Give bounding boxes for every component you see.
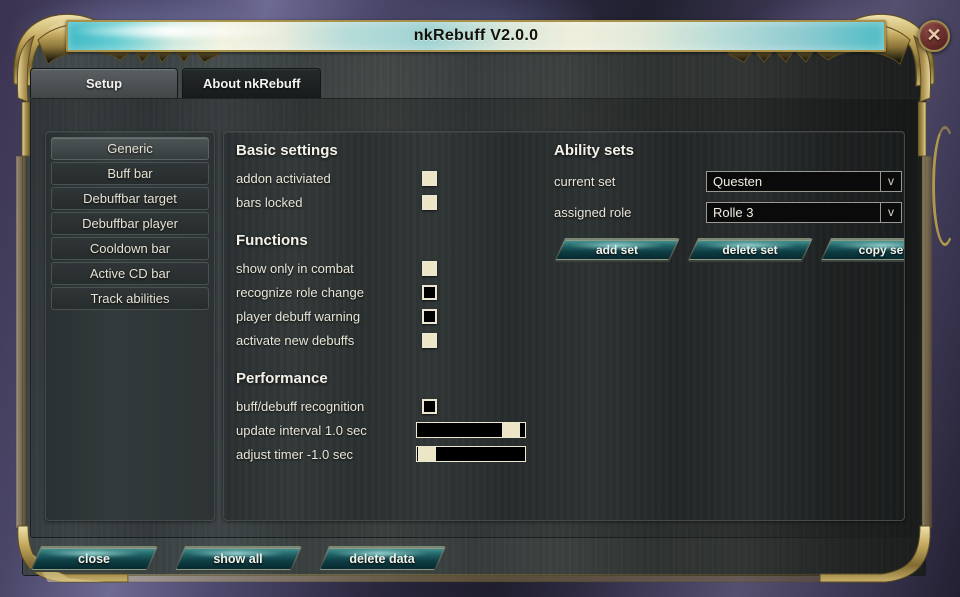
- checkbox-activate-new-debuffs[interactable]: [422, 332, 437, 348]
- setting-label: recognize role change: [236, 284, 364, 300]
- tab-content-region: Generic Buff bar Debuffbar target Debuff…: [30, 98, 918, 538]
- tab-bar: Setup About nkRebuff: [30, 68, 322, 98]
- delete-set-button-label: delete set: [722, 243, 778, 257]
- ability-sets-heading: Ability sets: [554, 142, 635, 159]
- close-button[interactable]: close: [32, 548, 156, 570]
- slider-adjust-timer[interactable]: [416, 446, 526, 462]
- sidebar-item-active-cd-bar[interactable]: Active CD bar: [51, 262, 209, 285]
- delete-set-button-frame: delete set: [687, 238, 813, 262]
- delete-set-button[interactable]: delete set: [689, 240, 811, 260]
- setting-label: adjust timer -1.0 sec: [236, 446, 354, 462]
- setting-row-recognize-role-change: recognize role change: [236, 280, 556, 304]
- tab-setup[interactable]: Setup: [30, 68, 178, 98]
- field-label: current set: [554, 173, 616, 189]
- dropdown-assigned-role-value: Rolle 3: [713, 204, 754, 220]
- functions-heading: Functions: [236, 232, 308, 249]
- setting-label: player debuff warning: [236, 308, 361, 324]
- close-x-icon: ✕: [926, 25, 942, 45]
- close-window-button[interactable]: ✕: [918, 20, 950, 52]
- show-all-button-frame: show all: [174, 546, 302, 572]
- checkbox-player-debuff-warning[interactable]: [422, 308, 437, 324]
- ability-set-action-buttons: add set delete set copy set: [554, 238, 905, 262]
- tab-about[interactable]: About nkRebuff: [182, 68, 322, 98]
- category-sidebar: Generic Buff bar Debuffbar target Debuff…: [45, 131, 215, 521]
- sidebar-item-debuffbar-player[interactable]: Debuffbar player: [51, 212, 209, 235]
- delete-data-button-label: delete data: [349, 552, 415, 566]
- setting-row-player-debuff-warning: player debuff warning: [236, 304, 556, 328]
- performance-heading: Performance: [236, 370, 328, 387]
- sidebar-item-label: Debuffbar target: [83, 191, 177, 206]
- chevron-down-icon: v: [880, 171, 901, 191]
- field-label: assigned role: [554, 204, 632, 220]
- setting-row-adjust-timer: adjust timer -1.0 sec: [236, 442, 556, 466]
- copy-set-button[interactable]: copy set: [822, 240, 905, 260]
- setting-label: show only in combat: [236, 260, 354, 276]
- sidebar-item-label: Buff bar: [107, 166, 153, 181]
- sidebar-item-label: Debuffbar player: [82, 216, 178, 231]
- copy-set-button-label: copy set: [858, 243, 905, 257]
- copy-set-button-frame: copy set: [820, 238, 905, 262]
- setting-row-buff-debuff-recognition: buff/debuff recognition: [236, 394, 556, 418]
- nkrebuff-config-window: nkRebuff V2.0.0 ✕ Setup About nkRebuff G…: [8, 6, 950, 586]
- setting-label: buff/debuff recognition: [236, 398, 365, 414]
- show-all-button[interactable]: show all: [176, 548, 300, 570]
- setting-row-update-interval: update interval 1.0 sec: [236, 418, 556, 442]
- setting-label: activate new debuffs: [236, 332, 355, 348]
- sidebar-item-label: Active CD bar: [89, 266, 171, 281]
- settings-panel: Basic settings addon activiated bars loc…: [223, 131, 905, 521]
- field-row-current-set: current set Questen v: [554, 166, 902, 196]
- tab-about-label: About nkRebuff: [203, 76, 301, 91]
- sidebar-item-generic[interactable]: Generic: [51, 137, 209, 160]
- checkbox-addon-activated[interactable]: [422, 170, 437, 186]
- window-title: nkRebuff V2.0.0: [413, 27, 539, 44]
- basic-settings-heading: Basic settings: [236, 142, 338, 159]
- delete-data-button-frame: delete data: [318, 546, 446, 572]
- slider-update-interval[interactable]: [416, 422, 526, 438]
- slider-handle[interactable]: [417, 446, 436, 462]
- sidebar-item-label: Track abilities: [90, 291, 170, 306]
- close-button-label: close: [78, 552, 110, 566]
- sidebar-item-label: Generic: [107, 141, 153, 156]
- dropdown-current-set[interactable]: Questen v: [706, 170, 902, 192]
- sidebar-item-buff-bar[interactable]: Buff bar: [51, 162, 209, 185]
- close-button-frame: close: [30, 546, 158, 572]
- window-titlebar[interactable]: nkRebuff V2.0.0: [66, 20, 886, 52]
- add-set-button-label: add set: [595, 243, 638, 257]
- sidebar-item-debuffbar-target[interactable]: Debuffbar target: [51, 187, 209, 210]
- sidebar-item-track-abilities[interactable]: Track abilities: [51, 287, 209, 310]
- setting-row-show-only-in-combat: show only in combat: [236, 256, 556, 280]
- setting-label: addon activiated: [236, 170, 331, 186]
- sidebar-item-label: Cooldown bar: [89, 241, 171, 256]
- chevron-down-icon: v: [880, 202, 901, 222]
- field-row-assigned-role: assigned role Rolle 3 v: [554, 197, 902, 227]
- delete-data-button[interactable]: delete data: [320, 548, 444, 570]
- checkbox-bars-locked[interactable]: [422, 194, 437, 210]
- setting-row-addon-activated: addon activiated: [236, 166, 556, 190]
- dropdown-current-set-value: Questen: [713, 173, 763, 189]
- tab-setup-label: Setup: [85, 76, 123, 91]
- setting-row-activate-new-debuffs: activate new debuffs: [236, 328, 556, 352]
- setting-row-bars-locked: bars locked: [236, 190, 556, 214]
- setting-label: update interval 1.0 sec: [236, 422, 367, 438]
- setting-label: bars locked: [236, 194, 303, 210]
- settings-left-column: Basic settings addon activiated bars loc…: [236, 142, 556, 466]
- add-set-button[interactable]: add set: [556, 240, 678, 260]
- checkbox-show-only-in-combat[interactable]: [422, 260, 437, 276]
- footer-action-bar: close show all delete data: [30, 546, 446, 572]
- checkbox-recognize-role-change[interactable]: [422, 284, 437, 300]
- show-all-button-label: show all: [213, 552, 263, 566]
- slider-handle[interactable]: [501, 422, 520, 438]
- add-set-button-frame: add set: [554, 238, 680, 262]
- checkbox-buff-debuff-recognition[interactable]: [422, 398, 437, 414]
- sidebar-item-cooldown-bar[interactable]: Cooldown bar: [51, 237, 209, 260]
- ability-sets-column: Ability sets current set Questen v assig…: [554, 142, 894, 228]
- dropdown-assigned-role[interactable]: Rolle 3 v: [706, 201, 902, 223]
